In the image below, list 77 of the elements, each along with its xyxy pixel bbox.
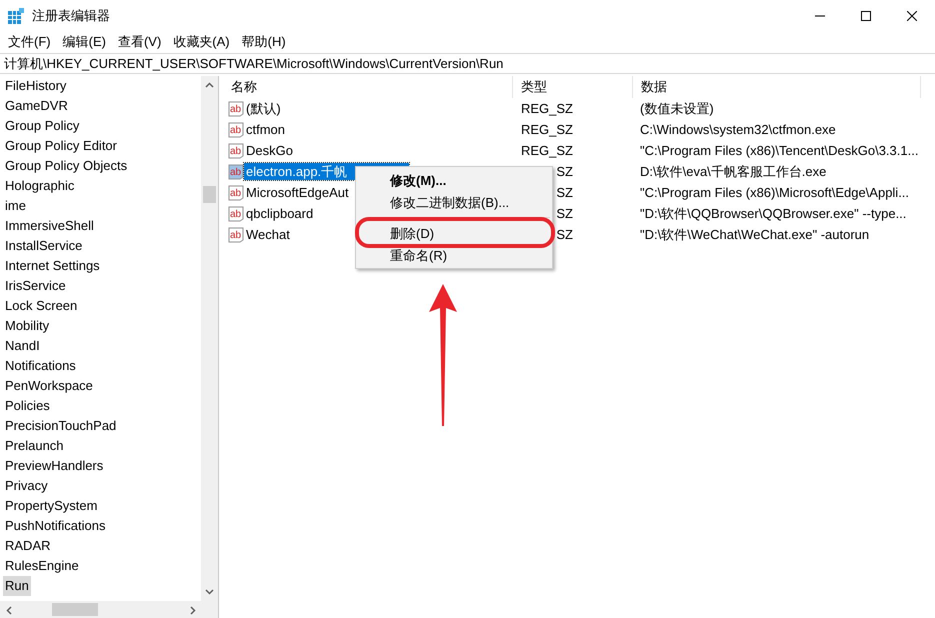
tree-item[interactable]: Group Policy <box>3 116 82 136</box>
maximize-icon <box>861 11 871 21</box>
value-type: SZ <box>555 205 573 223</box>
scroll-thumb[interactable] <box>203 186 216 203</box>
tree-item[interactable]: Prelaunch <box>3 436 66 456</box>
tree-item[interactable]: ime <box>3 196 28 216</box>
value-name[interactable]: ctfmon <box>244 121 288 138</box>
value-type: REG_SZ <box>520 121 573 139</box>
value-type: REG_SZ <box>520 142 573 160</box>
string-value-icon: ab <box>228 226 244 242</box>
tree-item[interactable]: Internet Settings <box>3 256 102 276</box>
value-name[interactable]: (默认) <box>244 100 283 117</box>
tree-item[interactable]: Group Policy Editor <box>3 136 119 156</box>
registry-icon <box>8 8 24 24</box>
tree-item[interactable]: Group Policy Objects <box>3 156 130 176</box>
value-type: REG_SZ <box>520 100 573 118</box>
column-header[interactable]: 名称 <box>223 76 513 98</box>
tree-item[interactable]: Privacy <box>3 476 50 496</box>
value-data: "D:\软件\WeChat\WeChat.exe" -autorun <box>640 227 870 242</box>
menu-item[interactable]: 查看(V) <box>112 32 168 52</box>
tree-item[interactable]: Mobility <box>3 316 52 336</box>
value-data: (数值未设置) <box>640 101 714 116</box>
column-header[interactable]: 数据 <box>633 76 921 98</box>
tree-item[interactable]: PreviewHandlers <box>3 456 106 476</box>
string-value-icon: ab <box>228 122 244 138</box>
tree-item[interactable]: NandI <box>3 336 42 356</box>
window-title: 注册表编辑器 <box>32 7 110 26</box>
tree-item[interactable]: Lock Screen <box>3 296 80 316</box>
scroll-right-icon[interactable] <box>190 606 196 615</box>
scroll-left-icon[interactable] <box>6 606 12 615</box>
vertical-scrollbar[interactable] <box>201 76 218 601</box>
close-icon <box>907 11 917 21</box>
menu-item[interactable]: 帮助(H) <box>236 32 292 52</box>
value-data: "C:\Program Files (x86)\Tencent\DeskGo\3.3.1... <box>640 143 918 158</box>
value-data: C:\Windows\system32\ctfmon.exe <box>640 122 836 137</box>
menu-item[interactable]: 重命名(R) <box>356 244 552 266</box>
tree-item[interactable]: PenWorkspace <box>3 376 95 396</box>
address-field[interactable]: 计算机\HKEY_CURRENT_USER\SOFTWARE\Microsoft\Windows\CurrentVersion\Run <box>0 53 935 74</box>
value-type: SZ <box>555 184 573 202</box>
menu-item[interactable]: 删除(D) <box>356 222 552 244</box>
tree-item[interactable]: PrecisionTouchPad <box>3 416 118 436</box>
string-value-icon: ab <box>228 206 244 222</box>
tree-item[interactable]: Holographic <box>3 176 76 196</box>
value-name[interactable]: DeskGo <box>244 142 295 159</box>
value-data: "C:\Program Files (x86)\Microsoft\Edge\Appli... <box>640 185 910 200</box>
tree-item[interactable]: GameDVR <box>3 96 70 116</box>
horizontal-scrollbar[interactable] <box>0 601 218 618</box>
string-value-icon: ab <box>228 164 244 180</box>
column-header[interactable]: 类型 <box>513 76 633 98</box>
scroll-down-icon[interactable] <box>205 589 214 595</box>
value-name[interactable]: MicrosoftEdgeAut <box>244 184 351 201</box>
tree-item[interactable]: InstallService <box>3 236 84 256</box>
tree-item[interactable]: ImmersiveShell <box>3 216 96 236</box>
tree-item[interactable]: IrisService <box>3 276 68 296</box>
tree-item[interactable]: Notifications <box>3 356 78 376</box>
scroll-up-icon[interactable] <box>205 82 214 88</box>
tree-item[interactable]: FileHistory <box>3 76 68 96</box>
tree-item[interactable]: RADAR <box>3 536 53 556</box>
scroll-thumb[interactable] <box>52 603 98 616</box>
value-data: "D:\软件\QQBrowser\QQBrowser.exe" --type... <box>640 206 906 221</box>
menu-item[interactable]: 修改二进制数据(B)... <box>356 191 552 213</box>
string-value-icon: ab <box>228 100 244 116</box>
menu-item[interactable]: 编辑(E) <box>56 32 112 52</box>
tree-item[interactable]: Run <box>3 576 31 596</box>
value-data: D:\软件\eva\千帆客服工作台.exe <box>640 164 826 179</box>
menu-item[interactable]: 文件(F) <box>2 32 57 52</box>
string-value-icon: ab <box>228 184 244 200</box>
value-name[interactable]: Wechat <box>244 226 292 243</box>
string-value-icon: ab <box>228 142 244 158</box>
value-type: SZ <box>555 163 573 181</box>
value-type: SZ <box>555 226 573 244</box>
tree-item[interactable]: RulesEngine <box>3 556 81 576</box>
tree-item[interactable]: Policies <box>3 396 52 416</box>
tree-item[interactable]: PropertySystem <box>3 496 100 516</box>
value-name[interactable]: qbclipboard <box>244 205 316 222</box>
tree-item[interactable]: PushNotifications <box>3 516 108 536</box>
menu-item[interactable]: 收藏夹(A) <box>167 32 236 52</box>
